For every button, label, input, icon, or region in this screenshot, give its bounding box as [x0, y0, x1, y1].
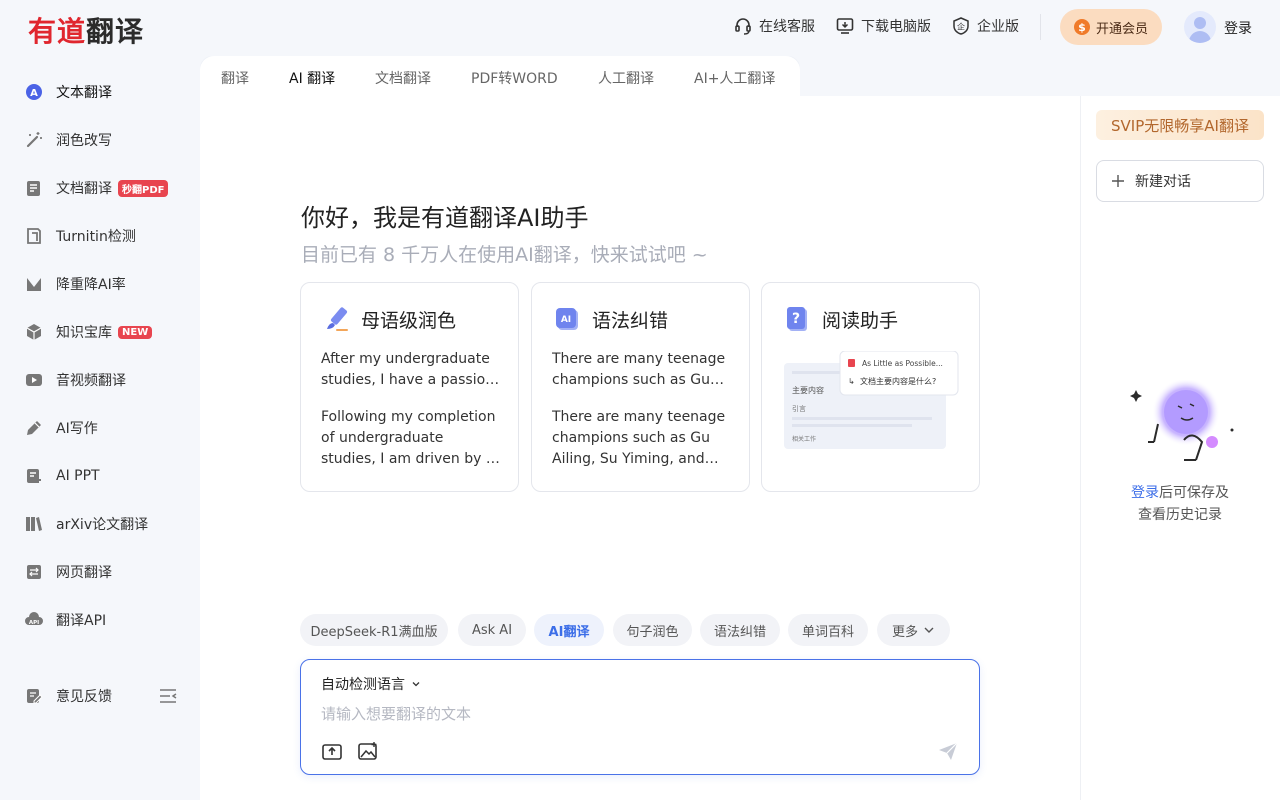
download-desktop-link[interactable]: 下载电脑版 — [835, 16, 931, 36]
card-grammar-check[interactable]: AI 语法纠错 There are many teenage champions… — [531, 282, 750, 492]
card-header: AI 语法纠错 — [554, 305, 668, 333]
plus-icon — [1112, 175, 1124, 187]
ai-grammar-icon: AI — [556, 308, 578, 330]
card-original-text: There are many teenage champions such as… — [552, 351, 726, 388]
card-reading-assistant[interactable]: ? 阅读助手 主要内容 引言 相关工作 As Little as Possibl… — [761, 282, 980, 492]
enterprise-icon: 企 — [953, 17, 969, 35]
headset-icon — [735, 18, 751, 35]
svg-text:?: ? — [792, 311, 800, 327]
preview-left-2: 引言 — [792, 404, 806, 413]
login-to-save-link[interactable]: 登录 — [1131, 485, 1159, 501]
svip-promo-tag[interactable]: SVIP无限畅享AI翻译 — [1096, 110, 1264, 140]
card-polished-text: Following my completion of undergraduate… — [321, 409, 496, 467]
card-header: 母语级润色 — [323, 305, 456, 333]
svg-text:API: API — [29, 620, 39, 626]
chevron-down-icon — [412, 682, 420, 687]
sidebar-item-webpage[interactable]: 网页翻译 — [24, 554, 194, 590]
customer-service-link[interactable]: 在线客服 — [733, 16, 815, 36]
svg-text:A: A — [30, 88, 38, 99]
webpage-icon — [24, 562, 44, 582]
tab-document[interactable]: 文档翻译 — [375, 68, 431, 88]
feedback-button[interactable]: 意见反馈 — [24, 686, 112, 706]
empty-history-text: 登录后可保存及 查看历史记录 — [1131, 485, 1229, 523]
new-chat-button[interactable]: 新建对话 — [1096, 160, 1264, 202]
download-icon — [836, 18, 854, 34]
chip-deepseek[interactable]: DeepSeek-R1满血版 — [300, 614, 448, 646]
empty-history-illustration — [1130, 380, 1234, 461]
sidebar-item-video[interactable]: 音视频翻译 — [24, 362, 194, 398]
sidebar-item-api[interactable]: API 翻译API — [24, 602, 194, 638]
sidebar-item-reduce-ai[interactable]: 降重降AI率 — [24, 266, 194, 302]
card-original-text: After my undergraduate studies, I have a… — [321, 351, 495, 388]
sidebar-bottom: 意见反馈 — [24, 686, 184, 706]
turnitin-icon — [24, 226, 44, 246]
document-icon — [24, 178, 44, 198]
books-icon — [24, 514, 44, 534]
collapse-sidebar-icon[interactable] — [158, 686, 178, 706]
tab-human-translate[interactable]: 人工翻译 — [598, 68, 654, 88]
chip-more[interactable]: 更多 — [877, 614, 950, 646]
sidebar-item-ai-ppt[interactable]: AI PPT — [24, 458, 194, 494]
header-links: 在线客服 下载电脑版 企 企业版 — [733, 16, 1019, 36]
translate-text-input[interactable] — [321, 702, 941, 726]
svg-text:↳: ↳ — [848, 377, 855, 386]
chip-grammar[interactable]: 语法纠错 — [700, 614, 780, 646]
chip-ai-translate[interactable]: AI翻译 — [534, 614, 604, 646]
cube-icon — [24, 322, 44, 342]
header-divider — [1040, 14, 1041, 40]
sidebar-item-ai-writing[interactable]: AI写作 — [24, 410, 194, 446]
upload-file-icon[interactable] — [321, 740, 343, 762]
card-corrected-text: There are many teenage champions such as… — [552, 409, 726, 467]
pen-icon — [24, 418, 44, 438]
chip-ask-ai[interactable]: Ask AI — [458, 614, 526, 646]
sidebar-item-text-translate[interactable]: A 文本翻译 — [24, 74, 194, 110]
magic-wand-icon — [24, 130, 44, 150]
question-book-icon: ? — [787, 307, 807, 331]
reduce-icon — [24, 274, 44, 294]
tab-translate[interactable]: 翻译 — [221, 68, 249, 88]
greeting-title: 你好，我是有道翻译AI助手 — [301, 204, 589, 232]
new-badge: NEW — [118, 325, 153, 339]
youdao-logo[interactable]: 有道翻译 — [28, 10, 144, 50]
tab-ai-translate[interactable]: AI 翻译 — [289, 68, 335, 88]
card-header: ? 阅读助手 — [784, 305, 898, 333]
sidebar-item-arxiv[interactable]: arXiv论文翻译 — [24, 506, 194, 542]
preview-question-1: As Little as Possible... — [862, 359, 943, 368]
api-icon: API — [24, 610, 44, 630]
image-upload-icon[interactable] — [357, 740, 379, 762]
avatar[interactable] — [1184, 11, 1216, 43]
preview-question-2: 文档主要内容是什么? — [860, 376, 936, 386]
chip-sentence-polish[interactable]: 句子润色 — [613, 614, 692, 646]
chip-word-wiki[interactable]: 单词百科 — [788, 614, 868, 646]
open-vip-button[interactable]: $ 开通会员 — [1060, 9, 1162, 45]
ppt-icon — [24, 466, 44, 486]
tab-ai-human-translate[interactable]: AI+人工翻译 — [694, 68, 775, 88]
text-translate-icon: A — [24, 82, 44, 102]
login-link[interactable]: 登录 — [1224, 18, 1252, 38]
preview-left-1: 主要内容 — [792, 385, 824, 395]
svg-text:AI: AI — [561, 315, 571, 325]
sidebar-item-polish[interactable]: 润色改写 — [24, 122, 194, 158]
preview-left-3: 相关工作 — [792, 435, 816, 443]
sidebar-item-document[interactable]: 文档翻译 秒翻PDF — [24, 170, 194, 206]
sidebar-item-turnitin[interactable]: Turnitin检测 — [24, 218, 194, 254]
greeting-subtitle: 目前已有 8 千万人在使用AI翻译，快来试试吧 ~ — [301, 244, 708, 266]
translate-input-box: 自动检测语言 — [300, 659, 980, 775]
reading-preview-image: 主要内容 引言 相关工作 As Little as Possible... ↳ … — [782, 350, 960, 455]
tab-pdf-to-word[interactable]: PDF转WORD — [471, 68, 558, 88]
feedback-icon — [27, 689, 43, 704]
sidebar-item-knowledge[interactable]: 知识宝库 NEW — [24, 314, 194, 350]
video-icon — [24, 370, 44, 390]
language-select[interactable]: 自动检测语言 — [321, 674, 421, 694]
brush-icon — [327, 307, 348, 331]
coin-icon: $ — [1073, 19, 1090, 35]
send-icon[interactable] — [937, 740, 959, 762]
svg-text:企: 企 — [957, 22, 965, 32]
enterprise-link[interactable]: 企 企业版 — [951, 16, 1019, 36]
pdf-badge: 秒翻PDF — [118, 179, 169, 197]
card-native-polish[interactable]: 母语级润色 After my undergraduate studies, I … — [300, 282, 519, 492]
chevron-down-icon — [924, 627, 934, 633]
